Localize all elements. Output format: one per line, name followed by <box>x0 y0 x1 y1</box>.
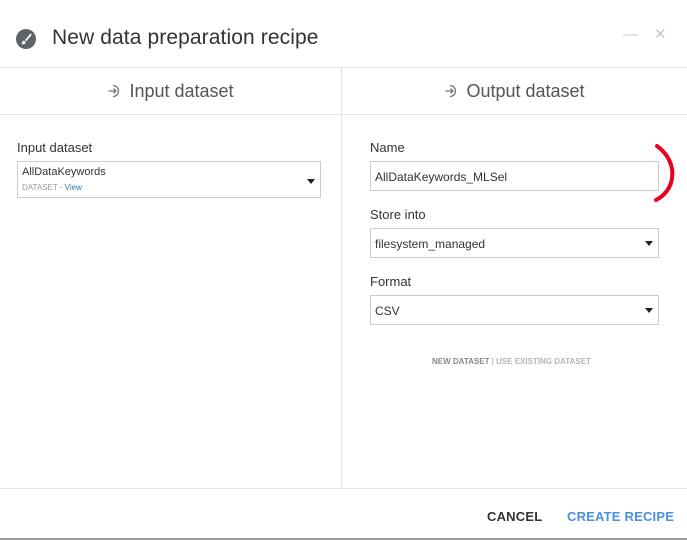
input-dataset-name: AllDataKeywords <box>22 166 106 178</box>
store-into-value: filesystem_managed <box>375 237 486 251</box>
chevron-down-icon <box>645 241 653 246</box>
format-value: CSV <box>375 304 400 318</box>
output-dataset-header-label: Output dataset <box>466 80 585 101</box>
chevron-down-icon <box>645 308 653 313</box>
format-select[interactable]: CSV <box>370 295 659 325</box>
output-name-value: AllDataKeywords_MLSel <box>375 170 508 184</box>
minimize-icon[interactable]: — <box>623 26 638 43</box>
sign-in-icon <box>444 83 460 99</box>
store-into-select[interactable]: filesystem_managed <box>370 228 659 258</box>
create-recipe-button[interactable]: CREATE RECIPE <box>567 509 674 524</box>
input-dataset-header: Input dataset <box>0 68 341 115</box>
sign-in-icon <box>107 83 123 99</box>
input-dataset-meta: DATASET - View <box>22 183 82 192</box>
store-into-label: Store into <box>370 207 426 222</box>
red-bracket-annotation <box>650 142 680 211</box>
input-dataset-select[interactable]: AllDataKeywords DATASET - View <box>17 161 321 198</box>
view-dataset-link[interactable]: View <box>65 183 82 192</box>
new-dataset-option[interactable]: NEW DATASET <box>432 357 489 366</box>
output-dataset-header: Output dataset <box>342 68 687 115</box>
meta-separator: - <box>57 183 65 192</box>
dataset-type-label: DATASET <box>22 183 58 192</box>
chevron-down-icon <box>307 179 315 184</box>
dialog-footer: CANCEL CREATE RECIPE <box>0 488 687 540</box>
dialog-header: New data preparation recipe — ✕ <box>0 0 687 68</box>
close-icon[interactable]: ✕ <box>654 25 667 43</box>
format-label: Format <box>370 274 412 289</box>
input-dataset-header-label: Input dataset <box>129 80 234 101</box>
dataset-mode-toggle: NEW DATASET | USE EXISTING DATASET <box>432 357 591 366</box>
name-label: Name <box>370 140 405 155</box>
use-existing-dataset-option[interactable]: USE EXISTING DATASET <box>496 357 591 366</box>
column-divider <box>341 68 342 488</box>
input-dataset-label: Input dataset <box>17 140 93 155</box>
dialog-title: New data preparation recipe <box>52 26 319 49</box>
recipe-brush-icon <box>16 29 36 49</box>
cancel-button[interactable]: CANCEL <box>487 509 542 524</box>
output-name-field[interactable]: AllDataKeywords_MLSel <box>370 161 659 191</box>
